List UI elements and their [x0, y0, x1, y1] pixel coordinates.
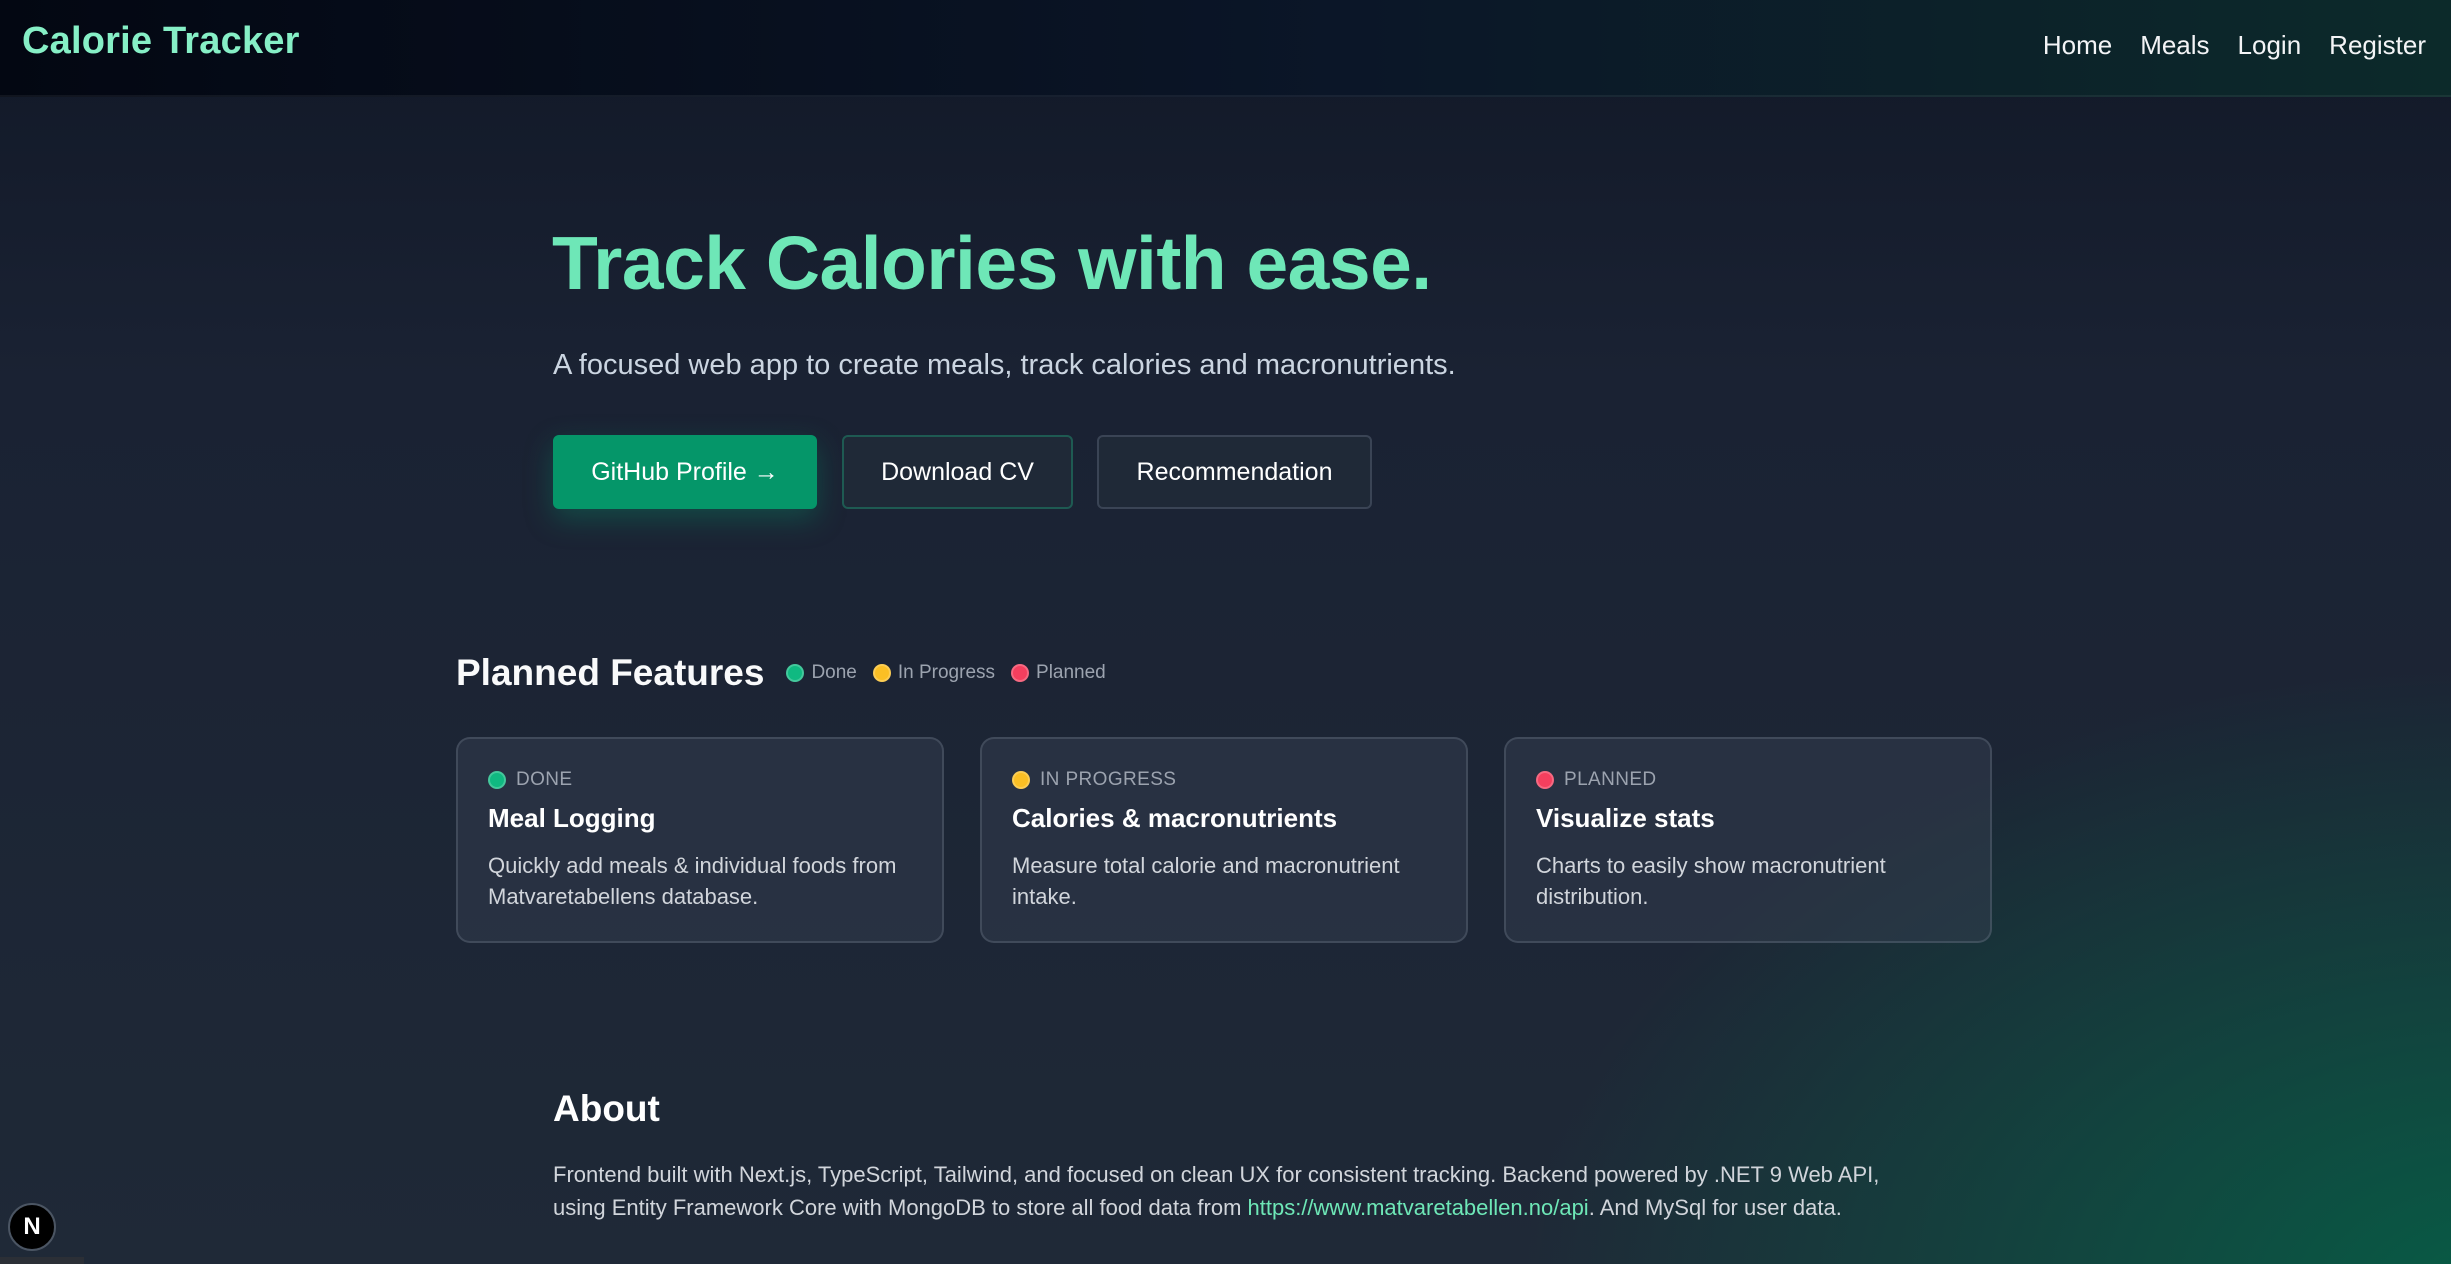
legend-item-done: Done — [786, 662, 857, 684]
legend-label-in-progress: In Progress — [897, 662, 996, 683]
card-title: Meal Logging — [488, 803, 656, 833]
card-title: Visualize stats — [1536, 803, 1715, 833]
nextjs-dev-badge[interactable]: N — [8, 1203, 56, 1251]
hero-subtitle: A focused web app to create meals, track… — [553, 349, 1456, 381]
feature-card-calories-macronutrients: IN PROGRESS Calories & macronutrients Me… — [980, 737, 1468, 943]
card-status-label: PLANNED — [1564, 769, 1657, 790]
github-profile-button[interactable]: GitHub Profile → — [553, 435, 817, 509]
card-status: IN PROGRESS — [1012, 769, 1436, 791]
in-progress-status-dot-icon — [1012, 771, 1030, 789]
done-status-dot-icon — [488, 771, 506, 789]
card-description: Quickly add meals & individual foods fro… — [488, 853, 897, 909]
about-text: Frontend built with Next.js, TypeScript,… — [553, 1158, 1913, 1224]
card-status-label: IN PROGRESS — [1040, 769, 1177, 790]
card-status: PLANNED — [1536, 769, 1960, 791]
dev-indicator-strip — [0, 1257, 84, 1264]
top-navbar: Calorie Tracker Home Meals Login Registe… — [0, 0, 2451, 97]
nextjs-logo-icon: N — [23, 1213, 41, 1240]
download-cv-button[interactable]: Download CV — [842, 435, 1073, 509]
legend-item-in-progress: In Progress — [872, 662, 996, 684]
legend-label-planned: Planned — [1036, 662, 1106, 683]
nav-link-home[interactable]: Home — [2043, 30, 2112, 61]
card-title: Calories & macronutrients — [1012, 803, 1338, 833]
about-title: About — [553, 1088, 660, 1129]
planned-status-dot-icon — [1536, 771, 1554, 789]
card-description: Measure total calorie and macronutrient … — [1012, 853, 1400, 909]
legend-label-done: Done — [811, 662, 857, 683]
feature-card-visualize-stats: PLANNED Visualize stats Charts to easily… — [1504, 737, 1992, 943]
recommendation-button[interactable]: Recommendation — [1097, 435, 1372, 509]
nav-link-login[interactable]: Login — [2238, 30, 2302, 61]
card-status: DONE — [488, 769, 912, 791]
nav-link-register[interactable]: Register — [2329, 30, 2426, 61]
hero-title: Track Calories with ease. — [552, 221, 1432, 305]
matvaretabellen-api-link[interactable]: https://www.matvaretabellen.no/api — [1248, 1195, 1589, 1220]
about-text-outro: . And MySql for user data. — [1588, 1195, 1842, 1220]
main-nav: Home Meals Login Register — [2043, 30, 2426, 61]
in-progress-status-dot-icon — [872, 664, 891, 682]
nav-link-meals[interactable]: Meals — [2140, 30, 2209, 61]
card-description: Charts to easily show macronutrient dist… — [1536, 853, 1886, 909]
planned-status-dot-icon — [1011, 664, 1030, 682]
brand-logo-text[interactable]: Calorie Tracker — [22, 20, 300, 63]
features-header: Planned Features Done In Progress Planne… — [456, 652, 1106, 694]
legend-item-planned: Planned — [1011, 662, 1106, 684]
done-status-dot-icon — [786, 664, 805, 682]
feature-card-meal-logging: DONE Meal Logging Quickly add meals & in… — [456, 737, 944, 943]
features-title: Planned Features — [456, 652, 765, 693]
card-status-label: DONE — [516, 769, 573, 790]
status-legend: Done In Progress Planned — [786, 662, 1106, 684]
